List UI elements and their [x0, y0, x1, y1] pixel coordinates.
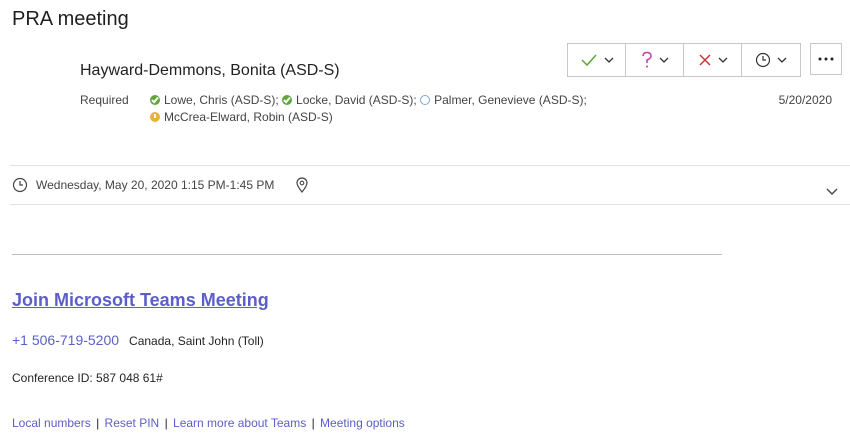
attendee-name: Locke, David (ASD-S);: [296, 93, 417, 107]
location-pin-icon: [296, 177, 308, 193]
attendee[interactable]: McCrea-Elward, Robin (ASD-S): [150, 110, 333, 124]
attendees-line: Lowe, Chris (ASD-S); Locke, David (ASD-S…: [150, 93, 587, 107]
conference-id: Conference ID: 587 048 61#: [12, 371, 163, 385]
checkmark-icon: [580, 54, 597, 67]
meeting-title: PRA meeting: [12, 8, 129, 30]
expand-details-button[interactable]: [826, 183, 838, 201]
chevron-down-icon: [604, 57, 613, 63]
learn-more-link[interactable]: Learn more about Teams: [173, 416, 306, 430]
accepted-status-icon: [282, 95, 293, 105]
local-numbers-link[interactable]: Local numbers: [12, 416, 91, 430]
chevron-down-icon: [718, 57, 727, 63]
attendee-name: McCrea-Elward, Robin (ASD-S): [164, 110, 333, 124]
tentative-button[interactable]: [626, 44, 684, 76]
attendee[interactable]: Lowe, Chris (ASD-S);: [150, 93, 279, 107]
separator: |: [96, 416, 100, 430]
chevron-down-icon: [659, 57, 668, 63]
propose-time-button[interactable]: [742, 44, 800, 76]
ellipsis-icon: [818, 57, 834, 61]
required-label: Required: [80, 93, 129, 107]
divider: [10, 204, 850, 205]
response-buttons: [567, 43, 801, 77]
meeting-options-link[interactable]: Meeting options: [320, 416, 405, 430]
meeting-time: Wednesday, May 20, 2020 1:15 PM-1:45 PM: [36, 178, 275, 192]
clock-icon: [12, 177, 28, 193]
separator: |: [311, 416, 315, 430]
join-teams-meeting-link[interactable]: Join Microsoft Teams Meeting: [12, 290, 269, 311]
decline-button[interactable]: [684, 44, 742, 76]
accept-button[interactable]: [568, 44, 626, 76]
meeting-time-row: Wednesday, May 20, 2020 1:15 PM-1:45 PM: [12, 177, 308, 193]
chevron-down-icon: [777, 57, 787, 63]
organizer-name[interactable]: Hayward-Demmons, Bonita (ASD-S): [80, 62, 340, 80]
sent-date: 5/20/2020: [778, 93, 832, 107]
clock-icon: [755, 52, 771, 68]
separator: |: [164, 416, 168, 430]
attendee[interactable]: Palmer, Genevieve (ASD-S);: [420, 93, 587, 107]
close-icon: [698, 54, 711, 66]
dial-in-row: +1 506-719-5200 Canada, Saint John (Toll…: [12, 332, 264, 348]
meeting-links: Local numbers | Reset PIN | Learn more a…: [12, 416, 405, 430]
divider: [10, 165, 850, 166]
attendees-line: McCrea-Elward, Robin (ASD-S): [150, 110, 333, 124]
attendee-name: Palmer, Genevieve (ASD-S);: [434, 93, 587, 107]
no-response-status-icon: [420, 95, 431, 105]
attendee[interactable]: Locke, David (ASD-S);: [282, 93, 417, 107]
more-options-button[interactable]: [810, 43, 842, 75]
question-mark-icon: [641, 51, 652, 68]
body-separator: [12, 254, 722, 255]
phone-location: Canada, Saint John (Toll): [129, 334, 264, 348]
phone-number-link[interactable]: +1 506-719-5200: [12, 332, 119, 348]
chevron-down-icon: [826, 188, 838, 195]
reset-pin-link[interactable]: Reset PIN: [105, 416, 160, 430]
accepted-status-icon: [150, 95, 160, 105]
attendee-name: Lowe, Chris (ASD-S);: [164, 93, 279, 107]
tentative-status-icon: [150, 112, 160, 122]
